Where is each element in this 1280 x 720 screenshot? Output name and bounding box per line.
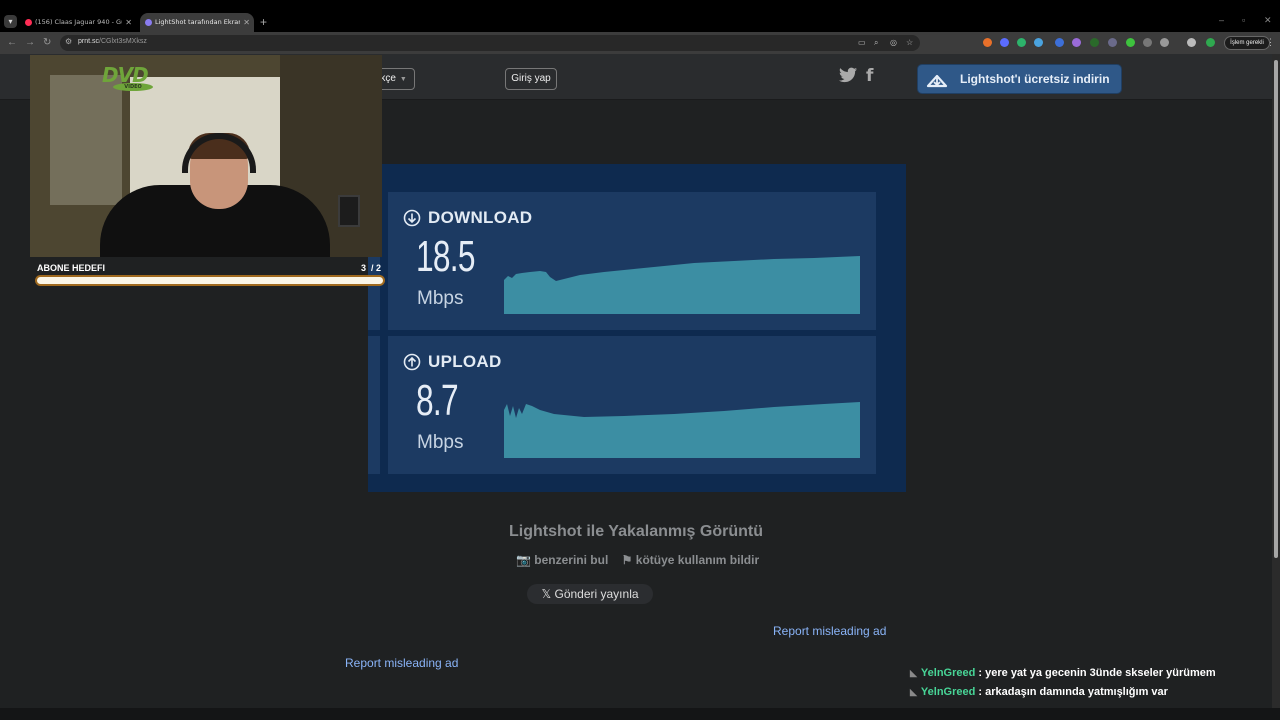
- screenshot-edge: [368, 336, 380, 474]
- find-similar-link[interactable]: benzerini bul: [534, 553, 608, 567]
- action-required-button[interactable]: İşlem gerekli: [1224, 36, 1270, 50]
- upload-speed-graph: [504, 402, 860, 458]
- webcam-object: [338, 195, 360, 227]
- chevron-down-icon: ▼: [399, 76, 407, 83]
- extension-icon[interactable]: [1090, 38, 1099, 47]
- tab-title: LightShot tarafından Ekran Görü: [155, 18, 240, 26]
- close-tab-icon[interactable]: ✕: [243, 13, 250, 32]
- new-tab-button[interactable]: +: [260, 14, 267, 30]
- page-caption: Lightshot ile Yakalanmış Görüntü: [509, 523, 763, 540]
- captured-screenshot: DOWNLOAD 18.5 Mbps UPLOAD 8.7 Mbps: [368, 164, 906, 492]
- chat-message: ◣ YelnGreed : arkadaşın damında yatmışlığ…: [910, 686, 1168, 698]
- extensions-puzzle-icon[interactable]: [1160, 38, 1169, 47]
- extension-icon[interactable]: [1000, 38, 1009, 47]
- chat-username: YelnGreed: [920, 667, 976, 679]
- zoom-icon[interactable]: ⌕: [874, 38, 878, 48]
- cast-icon[interactable]: ▭: [858, 38, 866, 47]
- download-title: DOWNLOAD: [428, 208, 533, 227]
- flag-icon: ⚑: [621, 553, 633, 567]
- close-window-icon[interactable]: ✕: [1264, 15, 1272, 26]
- chat-badge-icon: ◣: [910, 668, 917, 678]
- login-button[interactable]: Giriş yap: [505, 68, 557, 90]
- forward-icon[interactable]: →: [25, 36, 35, 50]
- extension-icon[interactable]: [1187, 38, 1196, 47]
- browser-tab-bar: ▾ (156) Claas Jaguar 940 - Gümü ✕ LightS…: [0, 0, 1280, 32]
- bottom-strip: [0, 708, 1280, 720]
- download-cloud-icon: [926, 74, 948, 88]
- facebook-icon[interactable]: f: [866, 66, 873, 86]
- chat-text: : yere yat ya gecenin 3ünde skseler yürü…: [978, 667, 1216, 679]
- reload-icon[interactable]: ↻: [43, 36, 51, 50]
- maximize-icon[interactable]: ▫: [1242, 15, 1245, 25]
- upload-arrow-icon: [403, 353, 421, 371]
- upload-title: UPLOAD: [428, 352, 502, 371]
- tab-lightshot[interactable]: LightShot tarafından Ekran Görü ✕: [140, 13, 254, 32]
- screen: ▾ (156) Claas Jaguar 940 - Gümü ✕ LightS…: [0, 0, 1280, 720]
- post-to-x-button[interactable]: 𝕏 Gönderi yayınla: [527, 584, 653, 604]
- profile-avatar-icon[interactable]: [1206, 38, 1215, 47]
- report-abuse-link[interactable]: kötüye kullanım bildir: [636, 553, 759, 567]
- download-button-label: Lightshot'ı ücretsiz indirin: [960, 72, 1110, 86]
- extension-icon[interactable]: [1072, 38, 1081, 47]
- extension-icon[interactable]: [983, 38, 992, 47]
- download-lightshot-button[interactable]: Lightshot'ı ücretsiz indirin: [918, 65, 1121, 93]
- download-arrow-icon: [403, 209, 421, 227]
- download-unit: Mbps: [417, 288, 464, 309]
- browser-menu-icon[interactable]: ⋮: [1266, 37, 1275, 48]
- report-ad-link[interactable]: Report misleading ad: [773, 624, 886, 638]
- dvd-video-logo: VIDEO: [113, 83, 153, 91]
- x-logo-icon: 𝕏: [541, 587, 552, 601]
- back-icon[interactable]: ←: [7, 36, 17, 50]
- chat-badge-icon: ◣: [910, 687, 917, 697]
- chat-message: ◣ YelnGreed : yere yat ya gecenin 3ünde s…: [910, 667, 1216, 679]
- report-ad-link[interactable]: Report misleading ad: [345, 656, 458, 670]
- webcam-overlay: [30, 55, 382, 257]
- tab-youtube[interactable]: (156) Claas Jaguar 940 - Gümü ✕: [20, 13, 136, 32]
- bookmark-star-icon[interactable]: ☆: [906, 38, 913, 47]
- webcam-background: [50, 75, 122, 205]
- twitter-icon[interactable]: [839, 67, 857, 83]
- extension-icon[interactable]: [1108, 38, 1117, 47]
- post-button-label: Gönderi yayınla: [554, 587, 639, 601]
- download-speed-graph: [504, 256, 860, 314]
- eye-off-icon[interactable]: ◎: [890, 38, 897, 47]
- tab-search-button[interactable]: ▾: [4, 15, 17, 28]
- download-panel: DOWNLOAD 18.5 Mbps: [388, 192, 876, 330]
- extension-icon[interactable]: [1034, 38, 1043, 47]
- upload-speed: 8.7: [416, 376, 459, 425]
- goal-progress-fill: [37, 277, 383, 284]
- extension-icon[interactable]: [1017, 38, 1026, 47]
- subscriber-goal-label: ABONE HEDEFI: [37, 263, 106, 273]
- subscriber-goal-count: 3 / 2: [361, 263, 382, 273]
- tab-title: (156) Claas Jaguar 940 - Gümü: [35, 18, 122, 26]
- upload-panel: UPLOAD 8.7 Mbps: [388, 336, 876, 474]
- camera-icon: 📷: [516, 553, 531, 567]
- chat-username: YelnGreed: [920, 686, 976, 698]
- extension-icon[interactable]: [1143, 38, 1152, 47]
- upload-unit: Mbps: [417, 432, 464, 453]
- extension-icon[interactable]: [1055, 38, 1064, 47]
- site-info-icon[interactable]: ⚙: [65, 37, 72, 46]
- browser-toolbar: ← → ↻ ⚙ prnt.sc/CGlxt3sMXksz ☆ ◎ ⌕ ▭: [0, 32, 1280, 54]
- address-bar[interactable]: ⚙ prnt.sc/CGlxt3sMXksz ☆ ◎ ⌕ ▭: [60, 35, 920, 51]
- scrollbar-thumb[interactable]: [1274, 60, 1278, 558]
- close-tab-icon[interactable]: ✕: [125, 13, 132, 32]
- chat-text: : arkadaşın damında yatmışlığım var: [978, 686, 1168, 698]
- lightshot-favicon-icon: [145, 19, 152, 26]
- youtube-favicon-icon: [25, 19, 32, 26]
- subscriber-goal-progress: [35, 275, 385, 286]
- download-speed: 18.5: [416, 232, 475, 281]
- extension-icon[interactable]: [1126, 38, 1135, 47]
- url-text: prnt.sc/CGlxt3sMXksz: [78, 38, 147, 45]
- minimize-icon[interactable]: –: [1219, 15, 1224, 25]
- image-actions: 📷 benzerini bul ⚑ kötüye kullanım bildir: [516, 553, 759, 567]
